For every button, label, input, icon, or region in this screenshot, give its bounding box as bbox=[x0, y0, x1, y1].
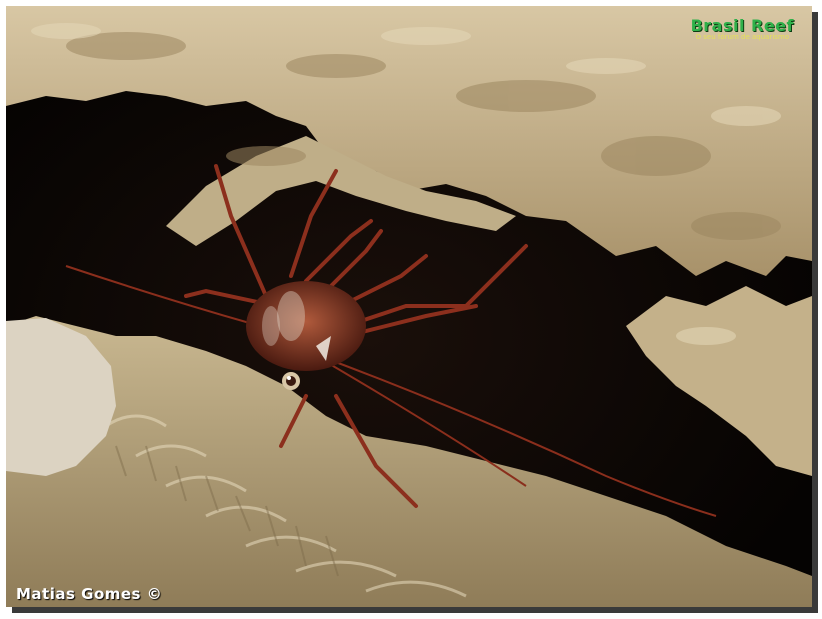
shrimp-photo bbox=[6, 6, 812, 607]
photo-frame: Brasil Reef O seu fórum de aquarismo Mat… bbox=[6, 6, 812, 607]
brasil-reef-logo: Brasil Reef O seu fórum de aquarismo bbox=[691, 16, 794, 41]
logo-tagline: O seu fórum de aquarismo bbox=[695, 33, 790, 41]
photo-credit: Matias Gomes © bbox=[16, 585, 163, 603]
frame-shadow-bottom bbox=[12, 607, 818, 613]
frame-shadow-right bbox=[812, 12, 818, 612]
